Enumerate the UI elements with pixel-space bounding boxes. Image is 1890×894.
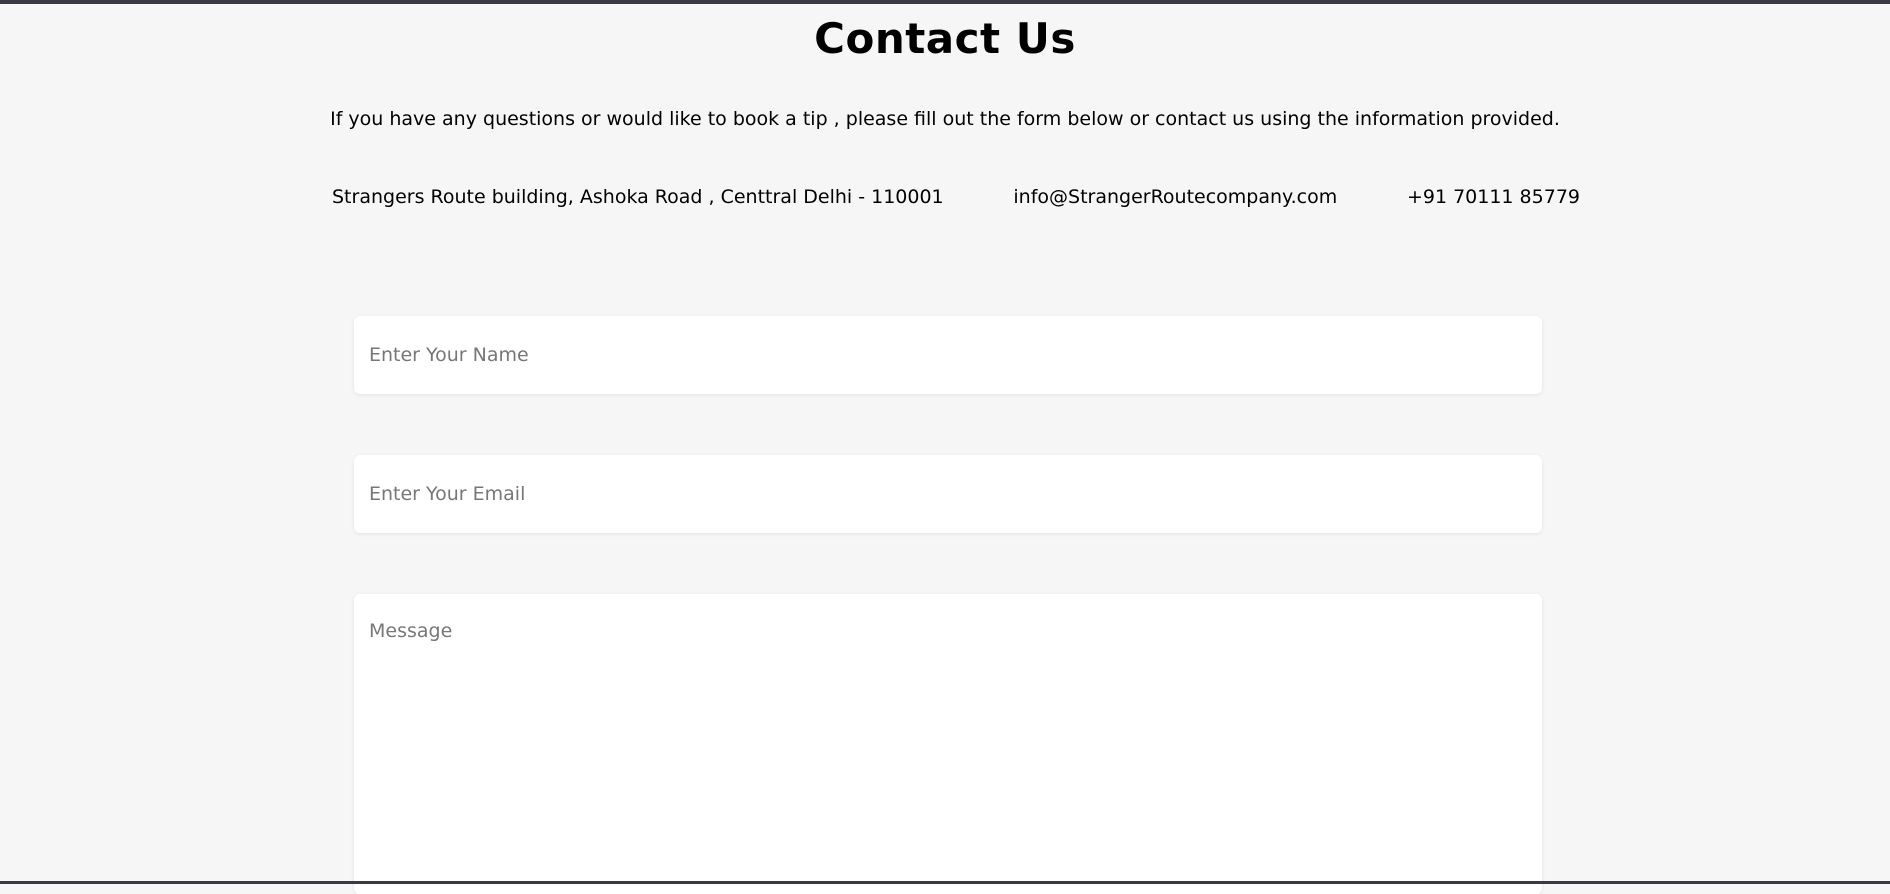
page-title: Contact Us (814, 14, 1076, 63)
message-textarea[interactable] (354, 594, 1542, 894)
contact-phone: +91 70111 85779 (1406, 186, 1580, 208)
top-border (0, 0, 1890, 4)
contact-info: Strangers Route building, Ashoka Road , … (332, 186, 1580, 208)
email-input[interactable] (354, 455, 1542, 533)
intro-text: If you have any questions or would like … (330, 108, 1560, 130)
contact-address: Strangers Route building, Ashoka Road , … (332, 186, 944, 208)
name-input[interactable] (354, 316, 1542, 394)
contact-email: info@StrangerRoutecompany.com (1013, 186, 1338, 208)
